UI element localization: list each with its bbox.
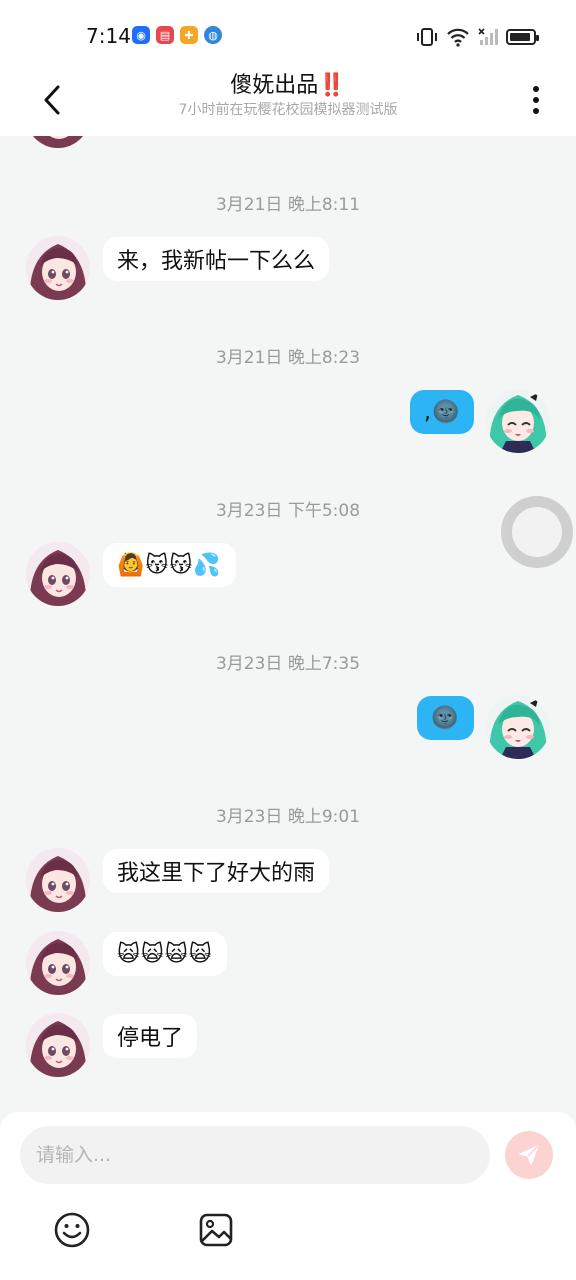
status-bar: 7:14 ◉ ▤ ✚ ◍: [0, 0, 576, 72]
image-button[interactable]: [196, 1210, 236, 1250]
incoming-message[interactable]: 停电了: [103, 1014, 198, 1058]
outgoing-message[interactable]: ,🌚: [410, 390, 474, 434]
back-button[interactable]: [34, 80, 70, 120]
incoming-message[interactable]: 我这里下了好大的雨: [103, 849, 330, 893]
message-timestamp: 3月21日 晚上8:11: [215, 195, 361, 215]
incoming-message[interactable]: 来，我新帖一下么么: [103, 237, 330, 281]
contact-avatar[interactable]: [26, 236, 90, 300]
incoming-message[interactable]: 🙆😽😽💦: [103, 543, 236, 587]
status-time: 7:14: [86, 24, 131, 48]
message-list[interactable]: 3月21日 晚上8:11 来，我新帖一下么么 3月21日 晚上8:23 ,🌚 3…: [0, 136, 576, 1112]
incoming-message[interactable]: 🙀🙀🙀🙀: [103, 932, 227, 976]
contact-avatar[interactable]: [26, 1013, 90, 1077]
globe-app-icon: ◍: [204, 26, 222, 44]
emoji-button[interactable]: [52, 1210, 92, 1250]
send-icon: [519, 1145, 539, 1165]
message-timestamp: 3月23日 下午5:08: [215, 501, 361, 521]
floating-assistive-button[interactable]: [501, 496, 573, 568]
contact-avatar[interactable]: [26, 542, 90, 606]
double-exclamation-mark: ‼️: [318, 73, 346, 98]
contact-avatar[interactable]: [26, 931, 90, 995]
contact-status: 7小时前在玩樱花校园模拟器测试版: [178, 102, 398, 118]
my-avatar[interactable]: [486, 389, 550, 453]
message-timestamp: 3月23日 晚上9:01: [215, 807, 361, 827]
battery-level: [510, 33, 530, 41]
contact-avatar[interactable]: [26, 136, 90, 148]
send-button[interactable]: [505, 1131, 553, 1179]
lightbulb-app-icon: ◉: [132, 26, 150, 44]
wifi-icon: [447, 28, 469, 47]
chevron-left-icon: [44, 85, 60, 115]
message-input[interactable]: [20, 1126, 490, 1184]
vibrate-icon: [417, 28, 437, 46]
composer-panel: [0, 1112, 576, 1280]
signal-icon: [478, 28, 498, 45]
message-timestamp: 3月21日 晚上8:23: [215, 348, 361, 368]
chat-header: 傻妩出品‼️ 7小时前在玩樱花校园模拟器测试版: [0, 72, 576, 136]
status-indicators: [416, 26, 539, 48]
contact-avatar[interactable]: [26, 848, 90, 912]
status-app-icons: ◉ ▤ ✚ ◍: [132, 26, 222, 44]
image-icon: [199, 1213, 233, 1247]
emoji-icon: [54, 1212, 90, 1248]
outgoing-message[interactable]: 🌚: [417, 696, 474, 740]
contact-name-text: 傻妩出品: [230, 73, 319, 98]
message-timestamp: 3月23日 晚上7:35: [215, 654, 361, 674]
my-avatar[interactable]: [486, 695, 550, 759]
grid-app-icon: ✚: [180, 26, 198, 44]
contact-name: 傻妩出品‼️: [100, 72, 476, 100]
more-vertical-icon: [533, 86, 539, 114]
book-app-icon: ▤: [156, 26, 174, 44]
more-button[interactable]: [518, 80, 554, 120]
chat-title-block: 傻妩出品‼️ 7小时前在玩樱花校园模拟器测试版: [100, 72, 476, 120]
battery-icon: [506, 29, 539, 45]
